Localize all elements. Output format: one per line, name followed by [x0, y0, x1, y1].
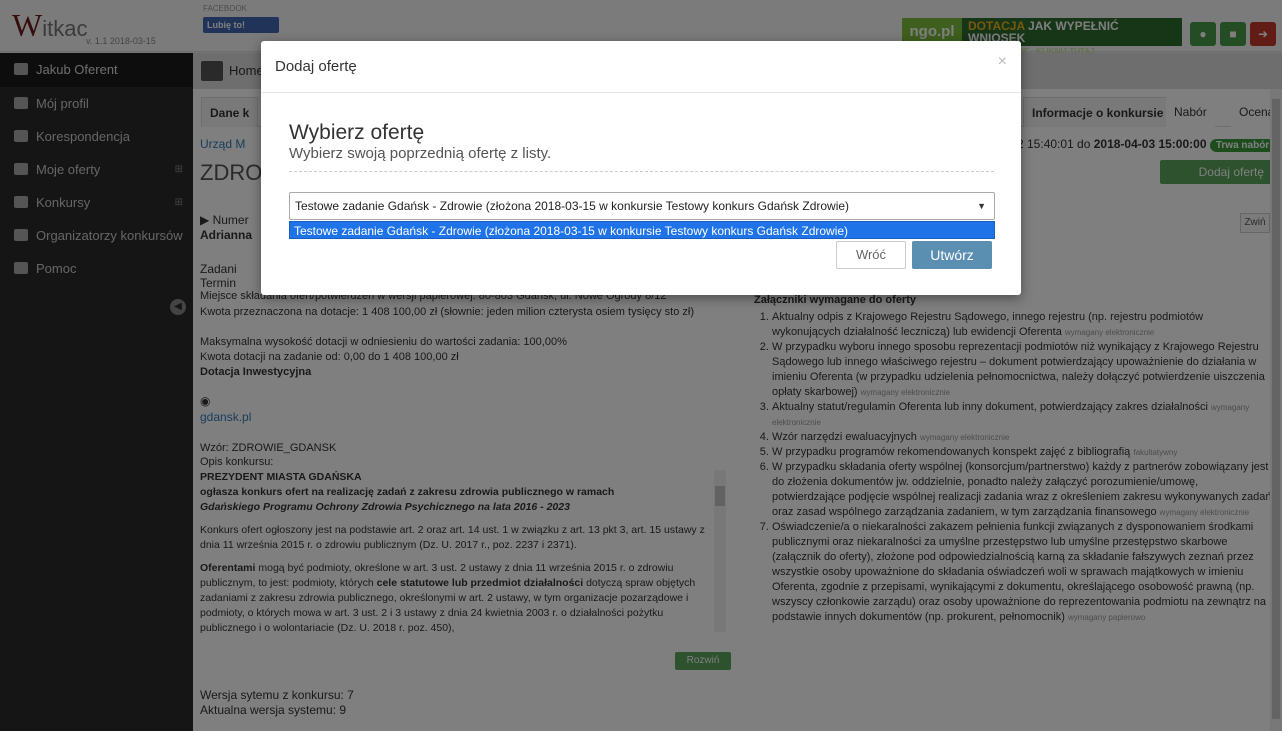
modal-divider: [289, 171, 994, 172]
modal-header: Dodaj ofertę ×: [261, 41, 1021, 93]
add-offer-modal: Dodaj ofertę × Wybierz ofertę Wybierz sw…: [261, 41, 1021, 295]
create-button[interactable]: Utwórz: [912, 241, 992, 269]
offer-select-value: Testowe zadanie Gdańsk - Zdrowie (złożon…: [295, 199, 850, 213]
modal-heading: Wybierz ofertę: [289, 121, 425, 144]
offer-select-option[interactable]: Testowe zadanie Gdańsk - Zdrowie (złożon…: [289, 221, 995, 239]
close-icon[interactable]: ×: [998, 53, 1007, 71]
offer-select[interactable]: Testowe zadanie Gdańsk - Zdrowie (złożon…: [289, 192, 995, 220]
chevron-down-icon: ▼: [977, 201, 986, 211]
modal-subheading: Wybierz swoją poprzednią ofertę z listy.: [289, 145, 552, 162]
modal-title: Dodaj ofertę: [275, 58, 357, 75]
back-button[interactable]: Wróć: [836, 241, 906, 269]
